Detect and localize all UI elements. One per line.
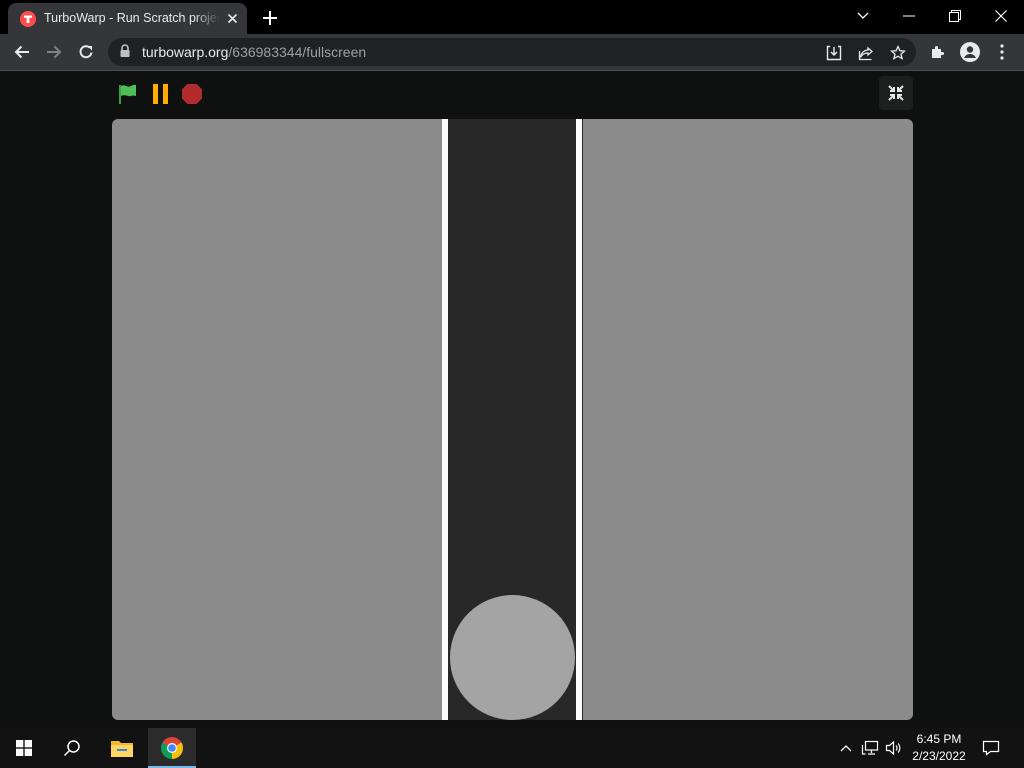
address-bar[interactable]: turbowarp.org/636983344/fullscreen (108, 38, 916, 66)
notifications-icon[interactable] (981, 738, 1001, 758)
new-tab-plus-icon[interactable] (259, 7, 281, 29)
chevron-down-icon[interactable] (840, 0, 886, 32)
system-clock[interactable]: 6:45 PM 2/23/2022 (904, 731, 974, 765)
left-lane-line (442, 119, 448, 720)
reload-icon[interactable] (72, 38, 100, 66)
menu-dots-icon[interactable] (988, 38, 1016, 66)
windows-start-icon[interactable] (0, 728, 48, 768)
restore-icon[interactable] (932, 0, 978, 32)
player-ball (450, 595, 575, 720)
project-stage[interactable] (112, 119, 913, 720)
share-icon[interactable] (855, 42, 877, 64)
minimize-icon[interactable] (886, 0, 932, 32)
right-lane-line (576, 119, 582, 720)
green-flag-icon[interactable] (115, 81, 141, 107)
network-icon[interactable] (860, 738, 880, 758)
chrome-icon[interactable] (148, 728, 196, 768)
windows-taskbar: 6:45 PM 2/23/2022 (0, 728, 1024, 768)
browser-tab[interactable]: TurboWarp - Run Scratch projects (8, 3, 247, 34)
stop-icon[interactable] (179, 81, 205, 107)
back-arrow-icon[interactable] (8, 38, 36, 66)
close-tab-icon[interactable] (224, 10, 241, 27)
turbowarp-logo-icon (20, 11, 36, 27)
volume-icon[interactable] (884, 738, 904, 758)
file-explorer-icon[interactable] (98, 728, 146, 768)
install-icon[interactable] (823, 42, 845, 64)
extensions-puzzle-icon[interactable] (924, 38, 952, 66)
clock-date: 2/23/2022 (912, 749, 966, 763)
page-content (0, 71, 1024, 728)
search-icon[interactable] (48, 728, 96, 768)
url-host: turbowarp.org (142, 44, 229, 60)
forward-arrow-icon[interactable] (40, 38, 68, 66)
profile-icon[interactable] (956, 38, 984, 66)
clock-time: 6:45 PM (916, 732, 962, 746)
tab-strip: TurboWarp - Run Scratch projects (0, 0, 1024, 34)
tab-title: TurboWarp - Run Scratch projects (44, 11, 220, 25)
close-window-icon[interactable] (978, 0, 1024, 32)
exit-fullscreen-icon[interactable] (879, 76, 913, 110)
url-text[interactable]: turbowarp.org/636983344/fullscreen (142, 44, 366, 60)
show-hidden-icons-chevron[interactable] (836, 738, 856, 758)
lock-icon[interactable] (119, 44, 133, 60)
pause-icon[interactable] (147, 81, 173, 107)
bookmark-star-icon[interactable] (887, 42, 909, 64)
url-path: /636983344/fullscreen (228, 44, 367, 60)
